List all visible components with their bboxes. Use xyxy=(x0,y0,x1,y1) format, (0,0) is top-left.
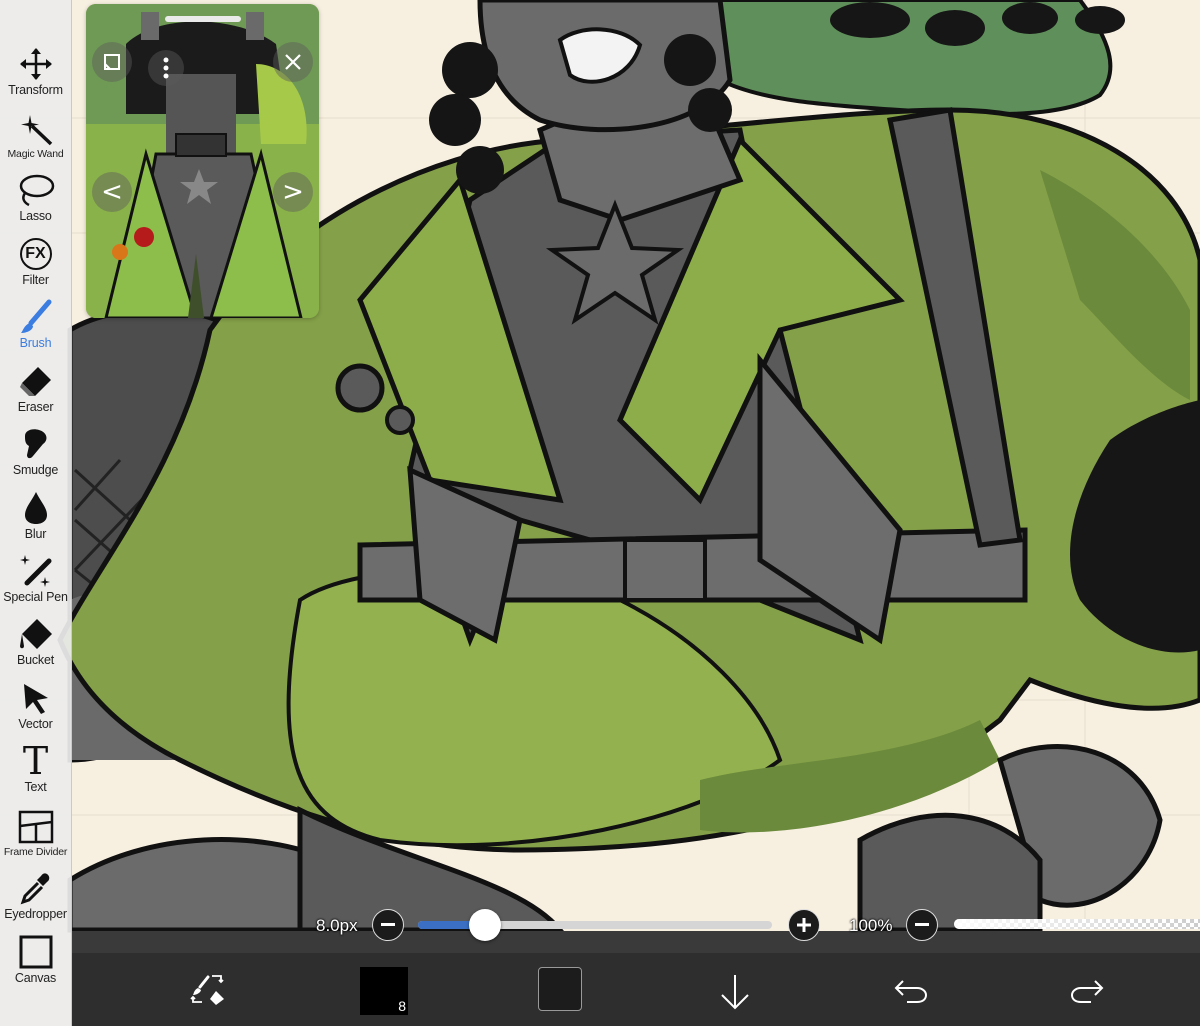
color-picker-button[interactable]: 8 xyxy=(360,967,408,1015)
brush-size-slider[interactable] xyxy=(418,909,772,941)
opacity-decrease-button[interactable] xyxy=(906,909,938,941)
undo-button[interactable] xyxy=(886,969,936,1013)
vector-icon xyxy=(23,684,48,714)
more-vertical-icon xyxy=(163,57,169,79)
undo-icon xyxy=(894,980,928,1003)
eraser-icon xyxy=(19,367,51,396)
tool-label: Bucket xyxy=(16,653,54,667)
layers-button[interactable] xyxy=(538,967,582,1011)
tool-label: Filter xyxy=(22,273,49,287)
tool-label: Vector xyxy=(18,717,53,731)
tool-label: Lasso xyxy=(19,209,52,223)
opacity-slider-fill xyxy=(954,919,1200,929)
transform-icon xyxy=(19,48,52,80)
opacity-slider[interactable] xyxy=(954,919,1200,929)
redo-icon xyxy=(1070,980,1104,1003)
reference-crop-button[interactable] xyxy=(92,42,132,82)
text-icon: T xyxy=(22,739,49,783)
tool-label: Eyedropper xyxy=(4,907,67,921)
tool-smudge[interactable]: Smudge xyxy=(0,416,71,479)
brush-size-increase-button[interactable] xyxy=(788,909,820,941)
reference-prev-button[interactable]: < xyxy=(92,172,132,212)
reference-next-button[interactable]: > xyxy=(273,172,313,212)
reference-drag-handle[interactable] xyxy=(165,16,241,22)
tool-label: Special Pen xyxy=(3,590,68,604)
tool-transform[interactable]: Transform xyxy=(0,36,71,99)
tool-label: Smudge xyxy=(12,463,59,477)
brush-settings-bar: 8.0px 100% xyxy=(72,904,1200,948)
opacity-value: 100% xyxy=(849,916,893,935)
canvas-icon xyxy=(19,935,52,969)
frame-divider-icon xyxy=(18,810,53,844)
crop-icon xyxy=(104,54,120,70)
eyedropper-icon xyxy=(20,873,49,905)
brush-size-badge: 8 xyxy=(398,998,406,1014)
drop-icon xyxy=(24,492,47,524)
tool-magic-wand[interactable]: Magic Wand xyxy=(0,99,71,162)
tool-label: Frame Divider xyxy=(3,846,68,858)
close-icon xyxy=(285,54,301,70)
tool-eraser[interactable]: Eraser xyxy=(0,353,71,416)
tool-eyedropper[interactable]: Eyedropper xyxy=(0,860,71,923)
tool-bucket[interactable]: Bucket xyxy=(0,606,71,669)
bucket-icon xyxy=(19,619,52,649)
plus-icon xyxy=(797,918,811,932)
smudge-icon xyxy=(24,429,46,459)
tool-special-pen[interactable]: Special Pen xyxy=(0,543,71,606)
chevron-left-icon: < xyxy=(101,177,123,207)
tool-label: Eraser xyxy=(17,400,54,414)
tool-brush[interactable]: Brush xyxy=(0,289,71,352)
tool-label: Magic Wand xyxy=(7,148,64,160)
arrow-down-icon xyxy=(721,975,749,1010)
brush-size-slider-knob[interactable] xyxy=(469,909,502,941)
swap-brush-eraser-button[interactable] xyxy=(178,963,238,1015)
reference-close-button[interactable] xyxy=(273,42,313,82)
tool-label: Blur xyxy=(24,527,47,541)
tool-filter[interactable]: FX Filter xyxy=(0,226,71,289)
brush-size-decrease-button[interactable] xyxy=(372,909,404,941)
tool-canvas[interactable]: Canvas xyxy=(0,924,71,987)
reference-menu-button[interactable] xyxy=(148,50,184,86)
brush-size-value: 8.0px xyxy=(316,916,358,935)
reference-window[interactable]: < > xyxy=(86,4,319,318)
chevron-right-icon: > xyxy=(282,177,304,207)
tool-label: Text xyxy=(24,780,47,794)
tool-text[interactable]: T Text xyxy=(0,733,71,796)
tool-blur[interactable]: Blur xyxy=(0,480,71,543)
brush-icon xyxy=(20,299,51,333)
special-pen-icon xyxy=(19,555,51,587)
tool-frame-divider[interactable]: Frame Divider xyxy=(0,797,71,860)
tool-sidebar: Transform Magic Wand Lasso FX Filter Bru… xyxy=(0,0,72,1026)
tool-label: Transform xyxy=(8,83,63,97)
minus-icon xyxy=(915,923,929,926)
magic-wand-icon xyxy=(20,115,52,146)
menu-down-button[interactable] xyxy=(710,967,760,1017)
fx-icon: FX xyxy=(19,238,52,270)
tool-label: Brush xyxy=(19,336,52,350)
tool-lasso[interactable]: Lasso xyxy=(0,162,71,225)
lasso-icon xyxy=(19,174,54,207)
minus-icon xyxy=(381,923,395,926)
tool-vector[interactable]: Vector xyxy=(0,670,71,733)
redo-button[interactable] xyxy=(1062,969,1112,1013)
tool-label: Canvas xyxy=(14,971,57,985)
brush-eraser-swap-icon xyxy=(190,975,224,1005)
